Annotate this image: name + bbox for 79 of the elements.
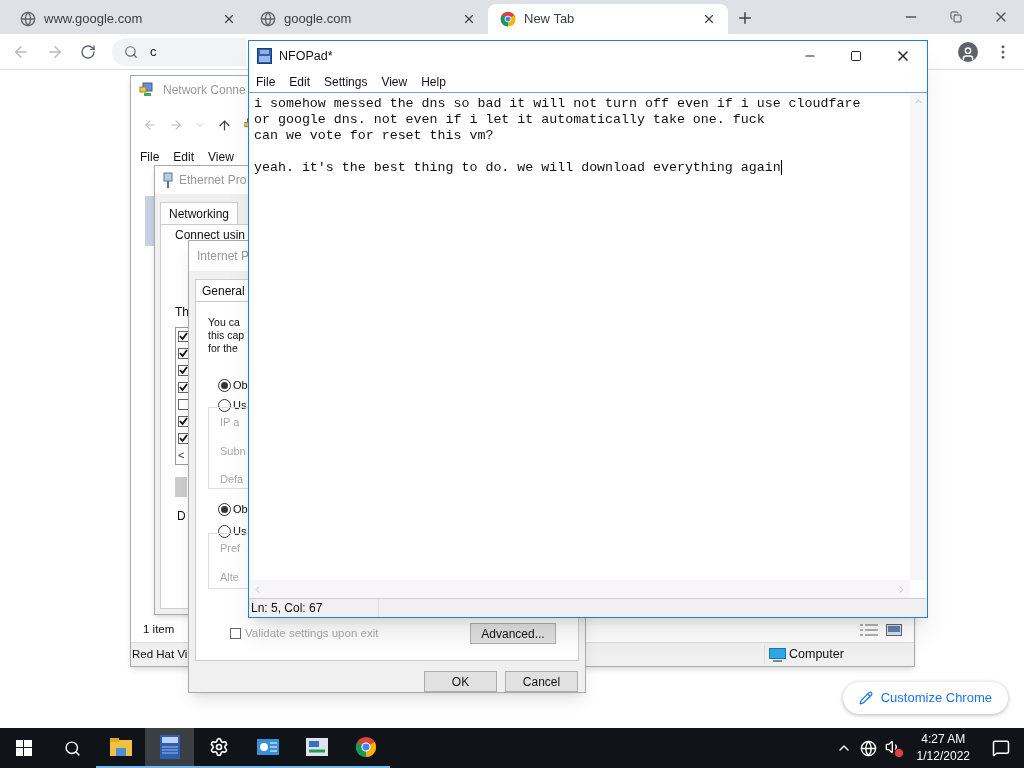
chrome-logo: [354, 736, 377, 758]
vertical-scrollbar[interactable]: [910, 93, 927, 580]
menu-item[interactable]: View: [208, 148, 234, 166]
field-label: Subn: [220, 443, 247, 459]
description-text: You ca: [208, 316, 241, 329]
windows-icon: [16, 740, 32, 756]
customize-chrome-button[interactable]: Customize Chrome: [842, 682, 1008, 714]
tiles-view-icon[interactable]: [886, 624, 902, 636]
advanced-button[interactable]: Advanced...: [470, 623, 556, 644]
app-icon: [257, 48, 272, 64]
search-icon: [63, 739, 81, 757]
menu-item[interactable]: File: [256, 72, 276, 91]
field-label: Pref: [220, 541, 242, 556]
chrome-icon: [500, 11, 516, 27]
status-text: Computer: [789, 646, 844, 664]
profile-icon[interactable]: [958, 41, 978, 62]
checkbox[interactable]: [230, 628, 241, 639]
menu-item[interactable]: Help: [421, 72, 446, 91]
text-cursor: [780, 160, 782, 175]
dialog-tab[interactable]: Networking: [160, 202, 239, 224]
field-label: Connect usin: [175, 229, 247, 241]
browser-tab[interactable]: New Tab: [488, 4, 728, 34]
reload-icon[interactable]: [80, 43, 96, 60]
window-title: Network Conne: [163, 82, 246, 99]
description-text: for the: [208, 342, 239, 355]
dialog-button[interactable]: OK: [424, 671, 497, 692]
field-label: IP a: [220, 415, 241, 430]
globe-icon: [20, 11, 36, 27]
browser-tab[interactable]: www.google.com: [8, 4, 248, 34]
network-center-icon: [256, 739, 279, 755]
radio-label: Ob: [233, 377, 248, 393]
item-checkbox[interactable]: [178, 399, 189, 410]
folder-icon: [109, 738, 132, 756]
checkbox-label: Validate settings upon exit: [245, 625, 379, 641]
pencil-icon: [858, 691, 873, 705]
menu-item[interactable]: Settings: [324, 72, 368, 91]
clock-date[interactable]: 1/12/2022: [916, 748, 970, 765]
description-text: this cap: [208, 329, 246, 342]
menu-item[interactable]: View: [381, 72, 408, 91]
up-icon[interactable]: [217, 117, 232, 133]
group-label: D: [177, 508, 186, 525]
radio-button[interactable]: [218, 378, 231, 392]
new-tab-icon[interactable]: [736, 9, 754, 27]
document-icon: [159, 735, 180, 759]
gear-icon: [208, 737, 229, 757]
status-text: Red Hat Vi: [131, 646, 189, 662]
restore-icon[interactable]: [950, 11, 962, 23]
window-title: Internet P: [197, 248, 250, 265]
close-icon[interactable]: [222, 12, 236, 26]
monitor-icon: [769, 647, 786, 662]
volume-muted-icon[interactable]: [884, 739, 903, 757]
globe-icon: [260, 11, 276, 27]
close-icon[interactable]: [462, 12, 476, 26]
field-label: Defa: [220, 472, 245, 487]
item-count: 1 item: [143, 622, 175, 638]
taskbar-app[interactable]: [145, 728, 194, 768]
search-icon: [124, 44, 138, 59]
menu-item[interactable]: Edit: [289, 72, 311, 91]
network-icon: [139, 82, 155, 98]
radio-label: Ob: [233, 501, 248, 517]
dialog-button[interactable]: Cancel: [505, 671, 578, 692]
browser-tab[interactable]: google.com: [248, 4, 488, 34]
radio-button[interactable]: [218, 502, 231, 516]
notification-icon[interactable]: [992, 739, 1010, 757]
maximize-icon[interactable]: [850, 50, 862, 62]
list-label: Th: [175, 304, 190, 321]
text-area[interactable]: i somehow messed the dns so bad it will not turn off even if i use cloudfare or google dns. not even if i let it automatically take one. fuck can we vote for reset this vm? yeah. it's the best thing to do. we will download everything again: [254, 96, 905, 176]
address-bar[interactable]: c: [112, 37, 246, 66]
clock-time[interactable]: 4:27 AM: [921, 731, 966, 748]
ethernet-icon: [163, 172, 173, 188]
control-panel-icon: [305, 738, 328, 756]
menu-item[interactable]: File: [140, 148, 160, 166]
window-title: Ethernet Pro: [179, 172, 247, 189]
field-label: Alte: [220, 569, 240, 585]
network-status-icon[interactable]: [859, 739, 877, 757]
close-icon[interactable]: [702, 12, 716, 26]
menu-item[interactable]: Edit: [173, 148, 195, 166]
status-text: Ln: 5, Col: 67: [249, 599, 379, 617]
window-title: NFOPad*: [279, 47, 333, 65]
